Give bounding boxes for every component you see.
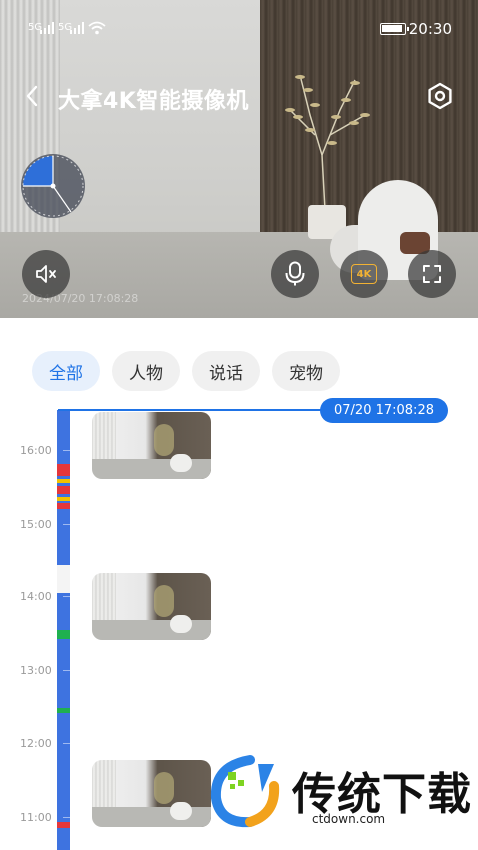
live-preview[interactable]: 2024/07/20 17:08:28 5G 5G 20:30 大拿4K智能摄像… xyxy=(0,0,478,318)
camera-screen: 2024/07/20 17:08:28 5G 5G 20:30 大拿4K智能摄像… xyxy=(0,0,478,850)
event-clip-thumbnail[interactable] xyxy=(92,573,211,640)
timeline-hour-label: 12:00 xyxy=(20,737,52,750)
event-filter-tabs: 全部 人物 说话 宠物 xyxy=(32,351,340,391)
timeline-event[interactable] xyxy=(57,479,70,483)
wifi-icon xyxy=(88,21,106,35)
timeline-hour-label: 16:00 xyxy=(20,444,52,457)
timeline-current-time: 07/20 17:08:28 xyxy=(320,398,448,423)
timeline-tick xyxy=(63,596,70,597)
timeline-tick xyxy=(63,524,70,525)
tab-people[interactable]: 人物 xyxy=(112,351,180,391)
timeline-event[interactable] xyxy=(57,497,70,501)
timeline-hour-label: 14:00 xyxy=(20,590,52,603)
battery-icon xyxy=(380,23,409,35)
tab-pets[interactable]: 宠物 xyxy=(272,351,340,391)
timeline-hour-label: 13:00 xyxy=(20,664,52,677)
timeline-event[interactable] xyxy=(57,464,70,476)
settings-button[interactable] xyxy=(424,80,456,112)
microphone-icon xyxy=(285,261,305,286)
talk-button[interactable] xyxy=(271,250,319,298)
timeline-gap xyxy=(57,565,70,593)
timeline-event[interactable] xyxy=(57,708,70,713)
hexagon-settings-icon xyxy=(428,82,452,110)
speaker-muted-icon xyxy=(36,265,56,283)
tab-talking[interactable]: 说话 xyxy=(192,351,260,391)
event-clip-thumbnail[interactable] xyxy=(92,760,211,827)
tab-all[interactable]: 全部 xyxy=(32,351,100,391)
timeline-event[interactable] xyxy=(57,630,70,639)
timeline-tick xyxy=(63,450,70,451)
timeline-hour-label: 11:00 xyxy=(20,811,52,824)
chevron-left-icon xyxy=(26,85,38,107)
timeline-event[interactable] xyxy=(57,503,70,509)
ptz-direction-pad[interactable] xyxy=(21,154,85,218)
timeline-event[interactable] xyxy=(57,822,70,828)
watermark-logo-icon xyxy=(210,755,280,828)
timeline-tick xyxy=(63,670,70,671)
status-time: 20:30 xyxy=(408,20,452,38)
quality-button[interactable]: 4K xyxy=(340,250,388,298)
timeline-tick xyxy=(63,743,70,744)
signal-icon xyxy=(70,22,84,34)
status-bar: 5G 5G 20:30 xyxy=(0,14,478,44)
preview-plant xyxy=(285,74,370,210)
timeline-event[interactable] xyxy=(57,486,70,494)
pan-tilt-icon xyxy=(22,155,84,217)
fullscreen-icon xyxy=(423,265,441,283)
watermark-url: ctdown.com xyxy=(312,812,386,826)
timeline-tick xyxy=(63,817,70,818)
signal-icon xyxy=(40,22,54,34)
mute-button[interactable] xyxy=(22,250,70,298)
event-clip-thumbnail[interactable] xyxy=(92,412,211,479)
page-title: 大拿4K智能摄像机 xyxy=(58,89,249,114)
back-button[interactable] xyxy=(18,82,46,110)
fullscreen-button[interactable] xyxy=(408,250,456,298)
quality-label: 4K xyxy=(351,264,377,284)
timeline-hour-label: 15:00 xyxy=(20,518,52,531)
